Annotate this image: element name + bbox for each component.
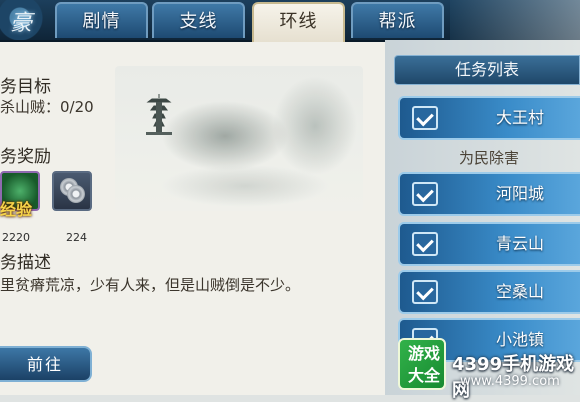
coin-reward-count: 224 xyxy=(66,231,87,244)
watermark-logo: 游戏 大全 xyxy=(398,338,446,390)
tab-side-quest[interactable]: 支线 xyxy=(152,2,245,38)
objective-text: 杀山贼：0/20 xyxy=(0,98,94,116)
exp-reward-label: 经验 xyxy=(0,200,33,219)
exp-reward-count: 2220 xyxy=(2,231,30,244)
description-text: 里贫瘠荒凉，少有人来，但是山贼倒是不少。 xyxy=(0,276,301,294)
watermark-logo-line1: 游戏 xyxy=(407,344,440,363)
quest-list-item[interactable]: 青云山 xyxy=(398,222,580,266)
quest-group-label: 为民除害 xyxy=(458,149,519,167)
objective-title: 务目标 xyxy=(0,77,51,97)
go-button[interactable]: 前往 xyxy=(0,346,92,382)
checkbox-icon xyxy=(412,280,438,304)
top-tab-bar: 豪 剧情 支线 环线 帮派 xyxy=(0,0,580,42)
quest-list-item-label: 河阳城 xyxy=(495,184,544,203)
quest-list-item[interactable]: 空桑山 xyxy=(398,270,580,314)
description-title: 务描述 xyxy=(0,253,51,273)
reward-title: 务奖励 xyxy=(0,147,51,167)
checkbox-icon xyxy=(412,232,438,256)
quest-list-item-label: 大王村 xyxy=(495,108,544,127)
quest-list-item-label: 青云山 xyxy=(495,234,544,253)
tab-loop-quest[interactable]: 环线 xyxy=(252,2,345,42)
watermark-logo-line2: 大全 xyxy=(407,366,440,385)
corner-glyph: 豪 xyxy=(10,11,33,36)
coin-icon xyxy=(67,185,85,203)
tab-story[interactable]: 剧情 xyxy=(55,2,148,38)
coins-icon[interactable] xyxy=(52,171,92,211)
checkbox-icon xyxy=(412,182,438,206)
watermark-url: www.4399.com xyxy=(460,374,560,389)
ink-landscape-painting xyxy=(115,66,363,211)
quest-list-header: 任务列表 xyxy=(394,55,580,85)
quest-list-item-label: 空桑山 xyxy=(495,282,544,301)
quest-list-item[interactable]: 河阳城 xyxy=(398,172,580,216)
pagoda-icon xyxy=(146,94,172,135)
quest-list-item[interactable]: 大王村 xyxy=(398,96,580,140)
tab-guild[interactable]: 帮派 xyxy=(351,2,444,38)
top-right-decoration xyxy=(450,0,580,40)
checkbox-icon xyxy=(412,106,438,130)
